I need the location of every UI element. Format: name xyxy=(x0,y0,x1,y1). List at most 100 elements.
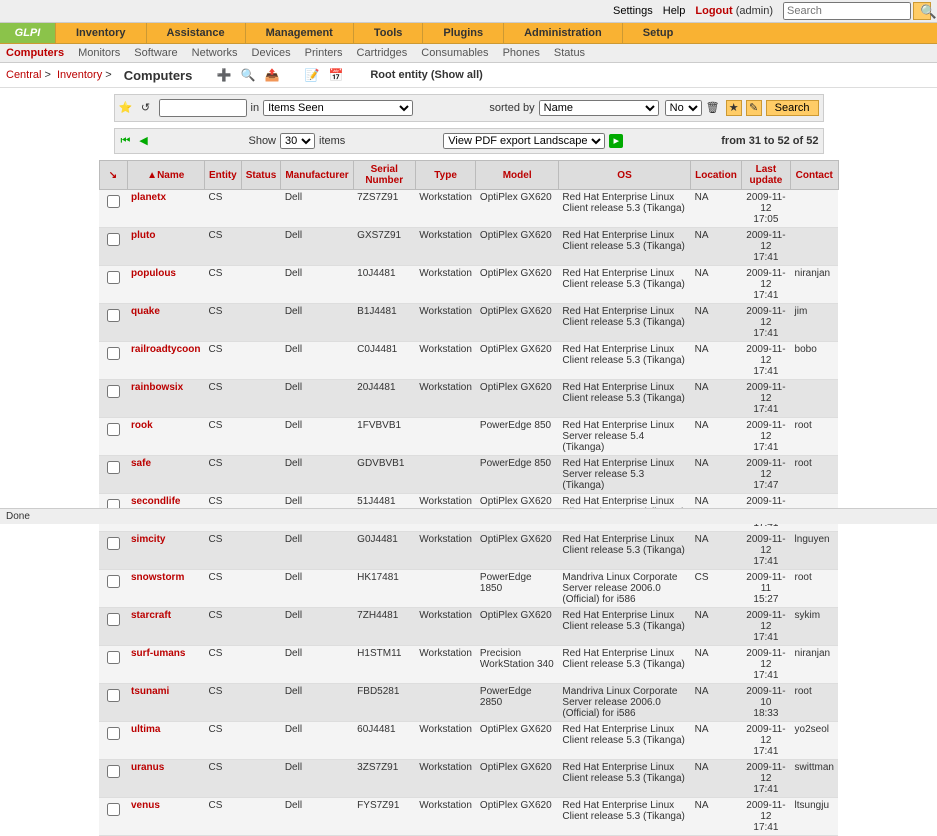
computer-link[interactable]: surf-umans xyxy=(131,648,185,659)
row-checkbox[interactable] xyxy=(107,765,120,778)
col-name[interactable]: ▲Name xyxy=(127,161,204,190)
row-checkbox[interactable] xyxy=(107,803,120,816)
computer-link[interactable]: safe xyxy=(131,458,151,469)
table-row: surf-umansCSDellH1STM11WorkstationPrecis… xyxy=(99,646,838,684)
filter-text-input[interactable] xyxy=(159,99,247,117)
reset-icon[interactable]: ↺ xyxy=(139,101,153,115)
nav-plugins[interactable]: Plugins xyxy=(422,23,503,43)
col-lastupdate[interactable]: Last update xyxy=(741,161,790,190)
bookmark-icon[interactable]: ⭐ xyxy=(119,101,133,115)
row-checkbox[interactable] xyxy=(107,537,120,550)
col-contact[interactable]: Contact xyxy=(791,161,838,190)
cell-serial: 3ZS7Z91 xyxy=(353,760,415,798)
subnav-status[interactable]: Status xyxy=(554,47,585,59)
col-type[interactable]: Type xyxy=(415,161,476,190)
search-button[interactable]: Search xyxy=(766,100,819,116)
export-format-select[interactable]: View PDF export Landscape xyxy=(443,133,605,149)
computer-link[interactable]: starcraft xyxy=(131,610,171,621)
nav-assistance[interactable]: Assistance xyxy=(146,23,245,43)
global-search-input[interactable] xyxy=(783,2,911,20)
computer-link[interactable]: planetx xyxy=(131,192,166,203)
cell-lastupdate: 2009-11-12 17:41 xyxy=(741,608,790,646)
add-icon[interactable]: ➕ xyxy=(216,67,232,83)
computer-link[interactable]: railroadtycoon xyxy=(131,344,200,355)
filter-field-select[interactable]: Items Seen xyxy=(263,100,413,116)
cell-os: Red Hat Enterprise Linux Client release … xyxy=(558,722,690,760)
computer-link[interactable]: quake xyxy=(131,306,160,317)
col-location[interactable]: Location xyxy=(691,161,742,190)
search-icon[interactable]: 🔍 xyxy=(240,67,256,83)
subnav-phones[interactable]: Phones xyxy=(503,47,540,59)
row-checkbox[interactable] xyxy=(107,347,120,360)
nav-inventory[interactable]: Inventory xyxy=(55,23,146,43)
row-checkbox[interactable] xyxy=(107,727,120,740)
settings-link[interactable]: Settings xyxy=(613,5,653,17)
calendar-icon[interactable]: 📅 xyxy=(328,67,344,83)
computer-link[interactable]: rainbowsix xyxy=(131,382,183,393)
edit-search-icon[interactable]: ✎ xyxy=(746,100,762,116)
root-entity[interactable]: Root entity (Show all) xyxy=(370,69,482,81)
computer-link[interactable]: uranus xyxy=(131,762,164,773)
subnav-devices[interactable]: Devices xyxy=(252,47,291,59)
col-status[interactable]: Status xyxy=(241,161,281,190)
computer-link[interactable]: snowstorm xyxy=(131,572,184,583)
subnav-computers[interactable]: Computers xyxy=(6,47,64,59)
computer-link[interactable]: ultima xyxy=(131,724,160,735)
cell-status xyxy=(241,266,281,304)
subnav-consumables[interactable]: Consumables xyxy=(421,47,488,59)
notes-icon[interactable]: 📝 xyxy=(304,67,320,83)
logout-link[interactable]: Logout xyxy=(695,5,732,17)
sort-field-select[interactable]: Name xyxy=(539,100,659,116)
subnav-networks[interactable]: Networks xyxy=(192,47,238,59)
filter-bar: ⭐ ↺ in Items Seen sorted by Name No 🗑 ★ … xyxy=(114,94,824,122)
trash-icon[interactable]: 🗑 xyxy=(706,101,720,115)
row-checkbox[interactable] xyxy=(107,233,120,246)
computer-link[interactable]: simcity xyxy=(131,534,165,545)
page-size-select[interactable]: 30 xyxy=(280,133,315,149)
computer-link[interactable]: rook xyxy=(131,420,153,431)
computer-link[interactable]: pluto xyxy=(131,230,155,241)
export-icon[interactable]: 📤 xyxy=(264,67,280,83)
subnav-printers[interactable]: Printers xyxy=(305,47,343,59)
computer-link[interactable]: venus xyxy=(131,800,160,811)
row-checkbox[interactable] xyxy=(107,385,120,398)
subnav-monitors[interactable]: Monitors xyxy=(78,47,120,59)
computer-link[interactable]: populous xyxy=(131,268,176,279)
col-entity[interactable]: Entity xyxy=(204,161,241,190)
crumb-central[interactable]: Central xyxy=(6,69,41,81)
logo[interactable]: GLPI xyxy=(0,23,55,43)
subnav-cartridges[interactable]: Cartridges xyxy=(357,47,408,59)
row-checkbox[interactable] xyxy=(107,271,120,284)
row-checkbox[interactable] xyxy=(107,651,120,664)
export-go-icon[interactable]: ▸ xyxy=(609,134,623,148)
prev-page-icon[interactable]: ◀ xyxy=(137,134,151,148)
nav-tools[interactable]: Tools xyxy=(353,23,423,43)
computer-link[interactable]: secondlife xyxy=(131,496,180,507)
save-search-icon[interactable]: ★ xyxy=(726,100,742,116)
row-checkbox[interactable] xyxy=(107,461,120,474)
computer-link[interactable]: tsunami xyxy=(131,686,169,697)
col-manufacturer[interactable]: Manufacturer xyxy=(281,161,353,190)
mass-action-header[interactable]: ↘ xyxy=(99,161,127,190)
first-page-icon[interactable]: ⏮ xyxy=(119,134,133,148)
nav-management[interactable]: Management xyxy=(245,23,353,43)
subnav-software[interactable]: Software xyxy=(134,47,177,59)
cell-entity: CS xyxy=(204,342,241,380)
help-link[interactable]: Help xyxy=(663,5,686,17)
nav-setup[interactable]: Setup xyxy=(622,23,694,43)
crumb-inventory[interactable]: Inventory xyxy=(57,69,102,81)
row-checkbox[interactable] xyxy=(107,309,120,322)
row-checkbox[interactable] xyxy=(107,423,120,436)
cell-status xyxy=(241,760,281,798)
col-serial[interactable]: Serial Number xyxy=(353,161,415,190)
row-checkbox[interactable] xyxy=(107,613,120,626)
col-os[interactable]: OS xyxy=(558,161,690,190)
table-row: rookCSDell1FVBVB1PowerEdge 850Red Hat En… xyxy=(99,418,838,456)
col-model[interactable]: Model xyxy=(476,161,559,190)
row-checkbox[interactable] xyxy=(107,195,120,208)
row-checkbox[interactable] xyxy=(107,689,120,702)
row-checkbox[interactable] xyxy=(107,575,120,588)
global-search-button[interactable]: 🔍 xyxy=(913,2,931,20)
nav-administration[interactable]: Administration xyxy=(503,23,622,43)
deleted-select[interactable]: No xyxy=(665,100,702,116)
